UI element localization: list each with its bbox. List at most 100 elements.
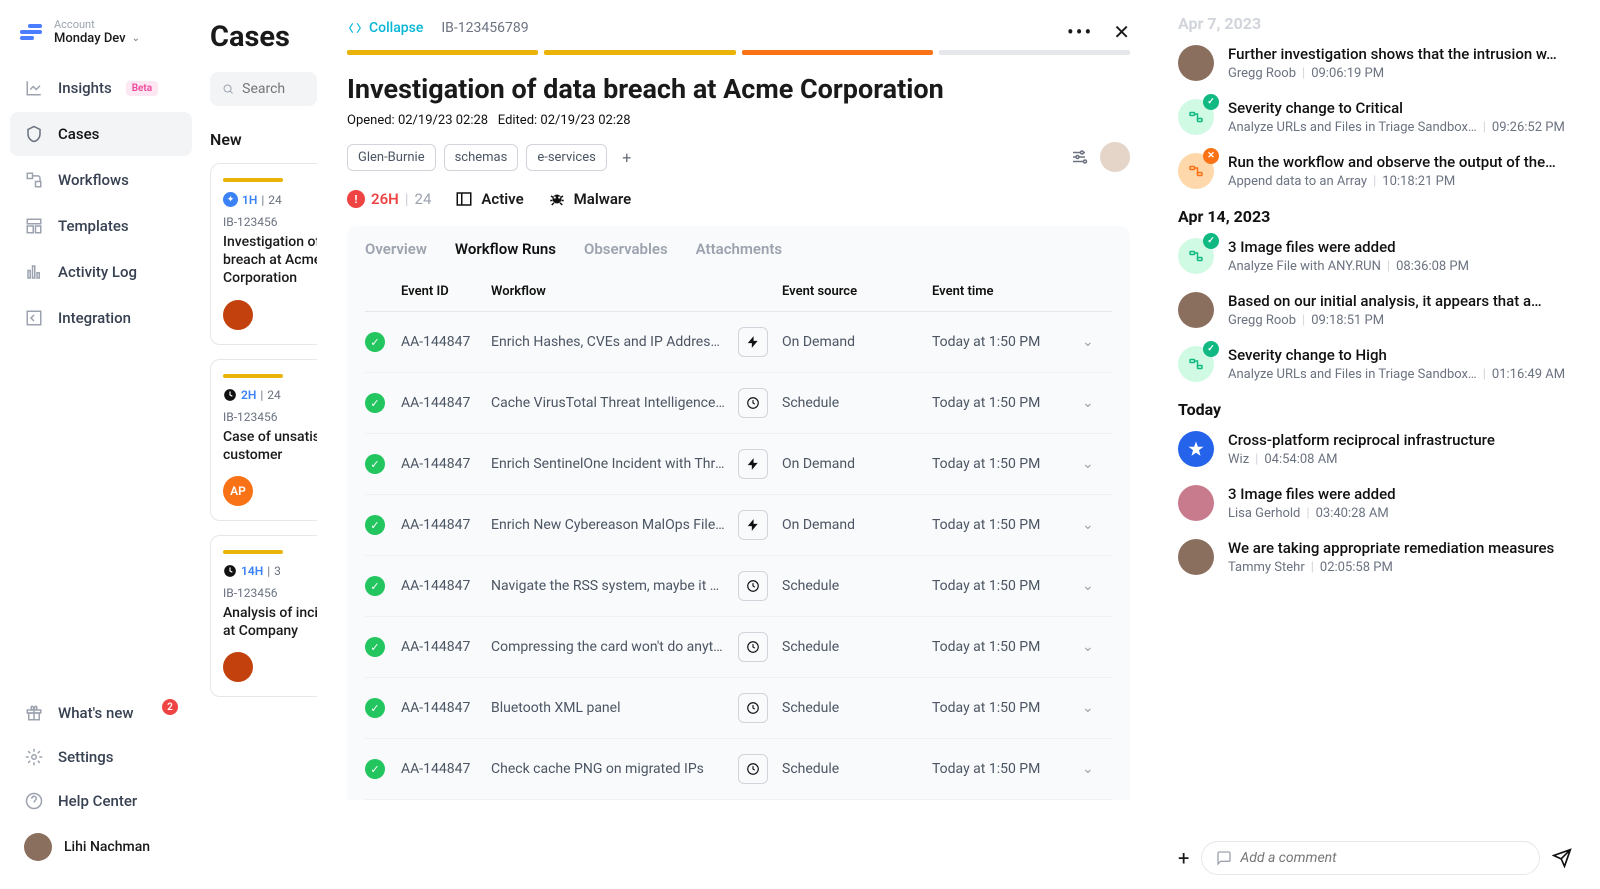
severity-indicator: ! 26H|24 — [347, 190, 431, 208]
tag[interactable]: schemas — [444, 144, 519, 171]
search-input[interactable] — [210, 72, 317, 106]
case-detail-panel: ••• ✕ Collapse IB-123456789 Investigatio… — [317, 0, 1160, 889]
table-row[interactable]: ✓ AA-144847 Compressing the card won't d… — [365, 617, 1112, 678]
notification-badge: 2 — [162, 699, 178, 715]
table-row[interactable]: ✓ AA-144847 Enrich Hashes, CVEs and IP A… — [365, 312, 1112, 373]
activity-item[interactable]: We are taking appropriate remediation me… — [1178, 539, 1572, 575]
sidebar-item-whatsnew[interactable]: What's new 2 — [10, 691, 192, 735]
tab-overview[interactable]: Overview — [365, 240, 427, 272]
close-icon[interactable]: ✕ — [1113, 20, 1130, 44]
sidebar-item-integration[interactable]: Integration — [10, 296, 192, 340]
expand-row-icon[interactable]: ⌄ — [1082, 700, 1112, 716]
alert-icon: ! — [347, 190, 365, 208]
case-title: Investigation of data breach at Acme Cor… — [347, 73, 1130, 105]
activity-item[interactable]: Based on our initial analysis, it appear… — [1178, 292, 1572, 328]
collapse-icon — [347, 21, 363, 35]
expand-row-icon[interactable]: ⌄ — [1082, 761, 1112, 777]
check-icon: ✓ — [365, 454, 385, 474]
workflow-icon: ✓ — [1178, 238, 1214, 274]
tab-attachments[interactable]: Attachments — [696, 240, 782, 272]
expand-row-icon[interactable]: ⌄ — [1082, 456, 1112, 472]
avatar — [1178, 485, 1214, 521]
add-attachment-button[interactable]: + — [1178, 846, 1189, 870]
more-menu-icon[interactable]: ••• — [1067, 20, 1093, 44]
type-malware[interactable]: Malware — [548, 190, 632, 208]
activity-item[interactable]: ✕ Run the workflow and observe the outpu… — [1178, 153, 1572, 189]
account-switcher[interactable]: Account Monday Dev⌄ — [0, 18, 202, 66]
tab-observables[interactable]: Observables — [584, 240, 668, 272]
collapse-button[interactable]: Collapse — [347, 20, 423, 36]
sidebar-item-settings[interactable]: Settings — [10, 735, 192, 779]
workflow-runs-table: Event ID Workflow Event source Event tim… — [347, 272, 1130, 800]
case-list-panel: Cases New ✦1H|24 IB-123456 Investigation… — [202, 0, 317, 889]
sidebar-item-insights[interactable]: Insights Beta — [10, 66, 192, 110]
expand-row-icon[interactable]: ⌄ — [1082, 517, 1112, 533]
activity-item[interactable]: ✓ Severity change to Critical Analyze UR… — [1178, 99, 1572, 135]
comment-icon — [1216, 850, 1232, 866]
shield-icon — [24, 124, 44, 144]
sidebar-item-workflows[interactable]: Workflows — [10, 158, 192, 202]
current-user[interactable]: Lihi Nachman — [10, 823, 192, 871]
clock-icon — [738, 571, 768, 601]
table-row[interactable]: ✓ AA-144847 Bluetooth XML panel Schedule… — [365, 678, 1112, 739]
sidebar-item-templates[interactable]: Templates — [10, 204, 192, 248]
table-row[interactable]: ✓ AA-144847 Enrich SentinelOne Incident … — [365, 434, 1112, 495]
col-workflow: Workflow — [491, 284, 738, 299]
case-card[interactable]: ✦1H|24 IB-123456 Investigation of data b… — [210, 163, 317, 345]
layout-icon — [455, 190, 473, 208]
integration-icon — [24, 308, 44, 328]
settings-sliders-icon[interactable] — [1070, 148, 1088, 166]
activity-date-header: Today — [1178, 400, 1572, 419]
activity-item[interactable]: ✓ 3 Image files were added Analyze File … — [1178, 238, 1572, 274]
user-avatar — [24, 833, 52, 861]
clock-icon — [738, 693, 768, 723]
col-event-id: Event ID — [401, 284, 491, 299]
check-icon: ✓ — [365, 637, 385, 657]
search-icon — [222, 81, 234, 97]
check-icon: ✓ — [365, 759, 385, 779]
check-icon: ✓ — [365, 332, 385, 352]
sidebar: Account Monday Dev⌄ Insights Beta Cases … — [0, 0, 202, 889]
expand-row-icon[interactable]: ⌄ — [1082, 334, 1112, 350]
chart-icon — [24, 78, 44, 98]
progress-bar — [347, 50, 1130, 55]
sidebar-item-cases[interactable]: Cases — [10, 112, 192, 156]
templates-icon — [24, 216, 44, 236]
tag[interactable]: Glen-Burnie — [347, 144, 436, 171]
expand-row-icon[interactable]: ⌄ — [1082, 639, 1112, 655]
clock-icon — [738, 754, 768, 784]
table-row[interactable]: ✓ AA-144847 Enrich New Cybereason MalOps… — [365, 495, 1112, 556]
tab-workflow-runs[interactable]: Workflow Runs — [455, 240, 556, 272]
avatar — [1178, 292, 1214, 328]
activity-icon — [24, 262, 44, 282]
case-card[interactable]: 2H|24 IB-123456 Case of unsatisfied cust… — [210, 359, 317, 521]
avatar — [1178, 45, 1214, 81]
workflow-icon — [24, 170, 44, 190]
sidebar-item-activity[interactable]: Activity Log — [10, 250, 192, 294]
add-tag-button[interactable]: + — [615, 145, 639, 169]
case-card[interactable]: 14H|3 IB-123456 Analysis of incident at … — [210, 535, 317, 697]
expand-row-icon[interactable]: ⌄ — [1082, 395, 1112, 411]
check-icon: ✓ — [365, 393, 385, 413]
comment-input[interactable] — [1201, 841, 1540, 875]
check-icon: ✓ — [365, 576, 385, 596]
clock-icon — [738, 632, 768, 662]
activity-panel: Apr 7, 2023 Further investigation shows … — [1160, 0, 1600, 889]
assignee-avatar[interactable] — [1100, 142, 1130, 172]
activity-item[interactable]: Further investigation shows that the int… — [1178, 45, 1572, 81]
activity-item[interactable]: Cross-platform reciprocal infrastructure… — [1178, 431, 1572, 467]
tag[interactable]: e-services — [526, 144, 606, 171]
beta-badge: Beta — [126, 81, 158, 96]
workflow-icon: ✕ — [1178, 153, 1214, 189]
sidebar-item-help[interactable]: Help Center — [10, 779, 192, 823]
expand-row-icon[interactable]: ⌄ — [1082, 578, 1112, 594]
activity-item[interactable]: ✓ Severity change to High Analyze URLs a… — [1178, 346, 1572, 382]
workflow-icon: ✓ — [1178, 346, 1214, 382]
activity-item[interactable]: 3 Image files were added Lisa Gerhold|03… — [1178, 485, 1572, 521]
gift-icon — [24, 703, 44, 723]
table-row[interactable]: ✓ AA-144847 Check cache PNG on migrated … — [365, 739, 1112, 800]
status-active[interactable]: Active — [455, 190, 523, 208]
table-row[interactable]: ✓ AA-144847 Navigate the RSS system, may… — [365, 556, 1112, 617]
send-button[interactable] — [1552, 848, 1572, 868]
table-row[interactable]: ✓ AA-144847 Cache VirusTotal Threat Inte… — [365, 373, 1112, 434]
